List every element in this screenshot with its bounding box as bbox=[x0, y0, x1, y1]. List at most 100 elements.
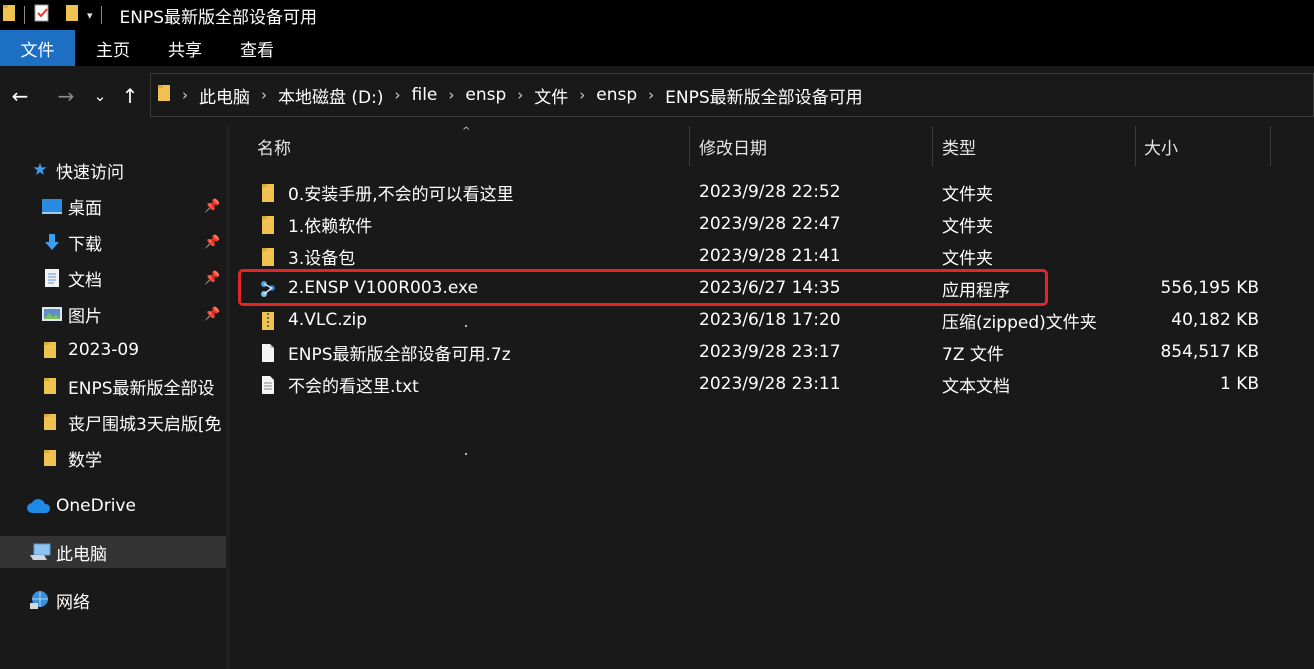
chevron-right-icon[interactable]: › bbox=[261, 86, 267, 104]
chevron-down-icon[interactable]: ▾ bbox=[87, 9, 93, 22]
chevron-right-icon[interactable]: › bbox=[648, 86, 654, 104]
file-type: 应用程序 bbox=[942, 280, 1010, 301]
forward-arrow-icon[interactable]: → bbox=[54, 86, 78, 106]
file-type: 文件夹 bbox=[942, 184, 993, 205]
zip-folder-icon bbox=[258, 311, 278, 331]
breadcrumb-ensp-2[interactable]: ensp bbox=[596, 85, 637, 105]
file-type: 文件夹 bbox=[942, 216, 993, 237]
sidebar-item-label: 此电脑 bbox=[56, 544, 107, 565]
sidebar-item-label: 图片 bbox=[68, 306, 102, 327]
sidebar-item-label: 快速访问 bbox=[56, 162, 124, 183]
table-row[interactable]: 不会的看这里.txt 2023/9/28 23:11 文本文档 1 KB bbox=[230, 368, 1314, 400]
navigation-bar: ← → ⌄ ↑ › 此电脑 › 本地磁盘 (D:) › file › ensp … bbox=[0, 66, 1314, 126]
chevron-right-icon[interactable]: › bbox=[579, 86, 585, 104]
file-type: 文件夹 bbox=[942, 248, 993, 269]
file-size: 1 KB bbox=[1219, 374, 1259, 394]
sidebar-item-this-pc[interactable]: 此电脑 bbox=[0, 536, 226, 568]
tab-view[interactable]: 查看 bbox=[221, 30, 293, 66]
sidebar-item-folder-math[interactable]: 数学 bbox=[0, 442, 226, 474]
column-divider[interactable] bbox=[1270, 126, 1271, 166]
sidebar-item-label: 丧尸围城3天启版[免 bbox=[68, 414, 222, 435]
table-row[interactable]: 2.ENSP V100R003.exe 2023/6/27 14:35 应用程序… bbox=[230, 272, 1314, 304]
column-header-modified[interactable]: 修改日期 bbox=[699, 126, 767, 166]
breadcrumb-ensp[interactable]: ensp bbox=[465, 85, 506, 105]
sidebar-item-network[interactable]: 网络 bbox=[0, 584, 226, 616]
network-icon bbox=[28, 589, 52, 611]
sidebar-item-folder-2023-09[interactable]: 2023-09 bbox=[0, 334, 226, 366]
table-row[interactable]: 4.VLC.zip 2023/6/18 17:20 压缩(zipped)文件夹 … bbox=[230, 304, 1314, 336]
properties-icon[interactable] bbox=[33, 3, 51, 28]
file-type: 7Z 文件 bbox=[942, 344, 1004, 365]
title-bar: ▾ ENPS最新版全部设备可用 bbox=[0, 0, 1314, 30]
chevron-right-icon[interactable]: › bbox=[395, 86, 401, 104]
pin-icon[interactable]: 📌 bbox=[204, 307, 220, 322]
file-modified: 2023/9/28 23:17 bbox=[699, 342, 841, 362]
table-row[interactable]: 1.依赖软件 2023/9/28 22:47 文件夹 bbox=[230, 208, 1314, 240]
tab-share[interactable]: 共享 bbox=[149, 30, 221, 66]
exe-icon bbox=[258, 279, 278, 299]
up-arrow-icon[interactable]: ↑ bbox=[118, 86, 142, 106]
computer-icon bbox=[28, 542, 52, 562]
desktop-icon bbox=[40, 197, 64, 215]
column-header-size[interactable]: 大小 bbox=[1144, 126, 1178, 166]
address-bar[interactable]: › 此电脑 › 本地磁盘 (D:) › file › ensp › 文件 › e… bbox=[150, 73, 1314, 117]
file-modified: 2023/6/27 14:35 bbox=[699, 278, 841, 298]
folder-icon[interactable] bbox=[2, 3, 16, 28]
document-icon bbox=[40, 268, 64, 288]
sidebar-item-pictures[interactable]: 图片 📌 bbox=[0, 298, 226, 330]
breadcrumb-current[interactable]: ENPS最新版全部设备可用 bbox=[665, 83, 863, 108]
sidebar-item-label: ENPS最新版全部设 bbox=[68, 378, 215, 399]
tab-file[interactable]: 文件 bbox=[0, 30, 75, 66]
column-divider[interactable] bbox=[1135, 126, 1136, 166]
file-name: ENPS最新版全部设备可用.7z bbox=[288, 344, 511, 365]
recent-chevron-down-icon[interactable]: ⌄ bbox=[88, 86, 112, 106]
file-name: 不会的看这里.txt bbox=[288, 376, 419, 397]
file-name: 2.ENSP V100R003.exe bbox=[288, 278, 479, 298]
breadcrumb-wenjian[interactable]: 文件 bbox=[534, 83, 568, 108]
file-name: 1.依赖软件 bbox=[288, 216, 373, 237]
table-row[interactable]: 3.设备包 2023/9/28 21:41 文件夹 bbox=[230, 240, 1314, 272]
file-size: 556,195 KB bbox=[1160, 278, 1259, 298]
column-divider[interactable] bbox=[689, 126, 690, 166]
column-header-type[interactable]: 类型 bbox=[942, 126, 976, 166]
sidebar-item-quick-access[interactable]: ★ 快速访问 bbox=[0, 154, 226, 186]
window-title: ENPS最新版全部设备可用 bbox=[119, 7, 318, 28]
chevron-right-icon[interactable]: › bbox=[517, 86, 523, 104]
back-arrow-icon[interactable]: ← bbox=[8, 86, 32, 106]
chevron-right-icon[interactable]: › bbox=[448, 86, 454, 104]
column-header-name[interactable]: 名称 bbox=[257, 126, 291, 166]
tab-home[interactable]: 主页 bbox=[77, 30, 149, 66]
breadcrumb-this-pc[interactable]: 此电脑 bbox=[199, 83, 250, 108]
table-row[interactable]: ENPS最新版全部设备可用.7z 2023/9/28 23:17 7Z 文件 8… bbox=[230, 336, 1314, 368]
quick-access-toolbar: ▾ bbox=[0, 0, 110, 30]
file-size: 40,182 KB bbox=[1171, 310, 1259, 330]
pin-icon[interactable]: 📌 bbox=[204, 235, 220, 250]
sidebar-item-folder-enps[interactable]: ENPS最新版全部设 bbox=[0, 370, 226, 402]
sort-ascending-icon: ^ bbox=[462, 126, 471, 137]
download-icon bbox=[40, 232, 64, 252]
sidebar-item-downloads[interactable]: 下载 📌 bbox=[0, 226, 226, 258]
chevron-right-icon[interactable]: › bbox=[182, 86, 188, 104]
pin-icon[interactable]: 📌 bbox=[204, 271, 220, 286]
sidebar-item-label: 文档 bbox=[68, 270, 102, 291]
new-folder-icon[interactable] bbox=[65, 3, 79, 28]
sidebar-item-onedrive[interactable]: OneDrive bbox=[0, 490, 226, 522]
breadcrumb-file[interactable]: file bbox=[412, 85, 438, 105]
table-row[interactable]: 0.安装手册,不会的可以看这里 2023/9/28 22:52 文件夹 bbox=[230, 176, 1314, 208]
file-list: ^ 名称 修改日期 类型 大小 0.安装手册,不会的可以看这里 2023/9/2… bbox=[230, 126, 1314, 669]
pictures-icon bbox=[40, 305, 64, 323]
file-icon bbox=[258, 343, 278, 363]
pin-icon[interactable]: 📌 bbox=[204, 199, 220, 214]
sidebar-item-folder-dead-rising[interactable]: 丧尸围城3天启版[免 bbox=[0, 406, 226, 438]
folder-icon bbox=[258, 215, 278, 235]
sidebar-item-label: OneDrive bbox=[56, 496, 136, 516]
file-modified: 2023/9/28 21:41 bbox=[699, 246, 841, 266]
sidebar-item-label: 下载 bbox=[68, 234, 102, 255]
ribbon-tabs: 文件 主页 共享 查看 bbox=[0, 30, 1314, 66]
sidebar-item-label: 数学 bbox=[68, 450, 102, 471]
stray-pixel bbox=[465, 453, 467, 455]
sidebar-item-desktop[interactable]: 桌面 📌 bbox=[0, 190, 226, 222]
sidebar-item-documents[interactable]: 文档 📌 bbox=[0, 262, 226, 294]
column-divider[interactable] bbox=[932, 126, 933, 166]
breadcrumb-local-disk[interactable]: 本地磁盘 (D:) bbox=[278, 83, 384, 108]
